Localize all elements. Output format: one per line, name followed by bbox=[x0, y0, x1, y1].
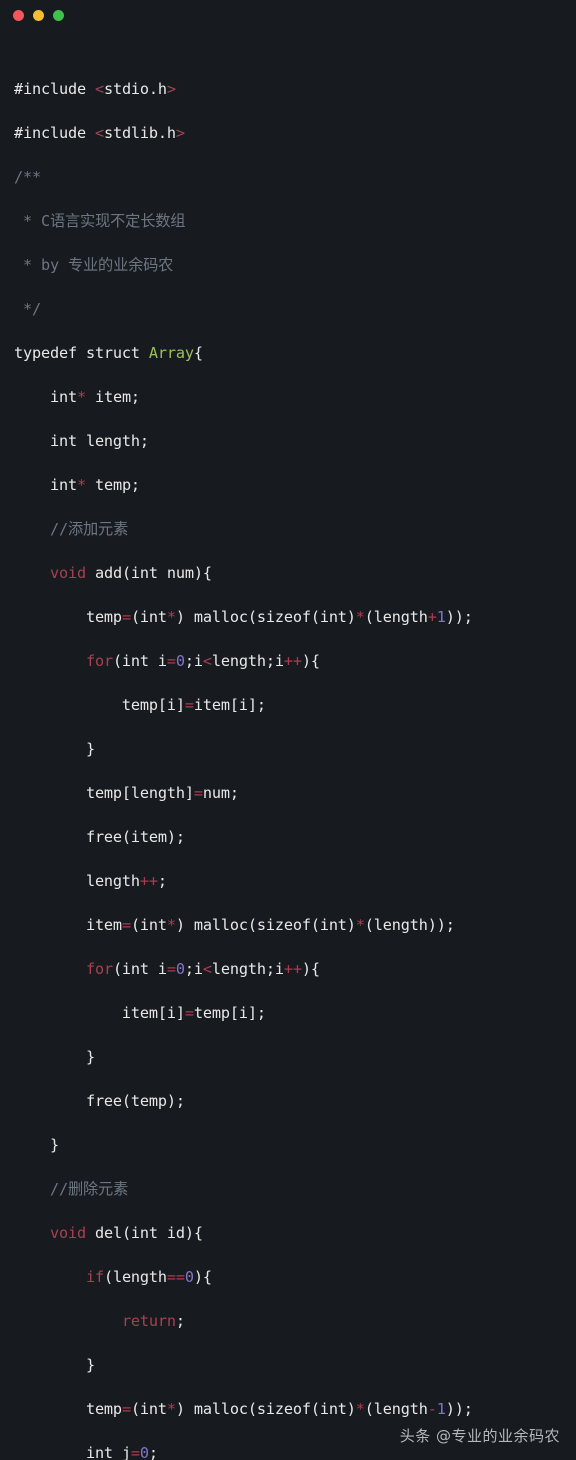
code-line: item[i]=temp[i]; bbox=[14, 1004, 266, 1022]
minimize-button[interactable] bbox=[33, 9, 44, 21]
code-line: //删除元素 bbox=[14, 1180, 129, 1198]
code-line: */ bbox=[14, 300, 41, 318]
code-line: temp[length]=num; bbox=[14, 784, 239, 802]
code-line: int length; bbox=[14, 432, 149, 450]
watermark: 头条 @专业的业余码农 bbox=[399, 1427, 560, 1445]
code-line: temp=(int*) malloc(sizeof(int)*(length+1… bbox=[14, 608, 473, 626]
maximize-button[interactable] bbox=[53, 9, 64, 21]
code-line: } bbox=[14, 1136, 59, 1154]
code-line: temp=(int*) malloc(sizeof(int)*(length-1… bbox=[14, 1400, 473, 1418]
code-line: } bbox=[14, 1356, 95, 1374]
code-line: void add(int num){ bbox=[49, 564, 212, 582]
window-titlebar bbox=[0, 0, 576, 30]
code-line: #include <stdlib.h> bbox=[14, 124, 185, 142]
code-line: int* temp; bbox=[14, 476, 140, 494]
code-line: #include <stdio.h> bbox=[14, 80, 176, 98]
code-line: //添加元素 bbox=[14, 520, 129, 538]
code-line: return; bbox=[121, 1312, 185, 1330]
code-screenshot-window: #include <stdio.h> #include <stdlib.h> /… bbox=[0, 0, 576, 1460]
code-line: void del(int id){ bbox=[49, 1224, 203, 1242]
code-line: free(item); bbox=[14, 828, 185, 846]
code-line: free(temp); bbox=[14, 1092, 185, 1110]
code-line: * by 专业的业余码农 bbox=[14, 256, 174, 274]
code-editor[interactable]: #include <stdio.h> #include <stdlib.h> /… bbox=[0, 30, 576, 1460]
close-button[interactable] bbox=[13, 9, 24, 21]
code-line: } bbox=[14, 740, 95, 758]
code-line: typedef struct Array{ bbox=[14, 344, 203, 362]
code-line: length++; bbox=[14, 872, 167, 890]
code-line: /** bbox=[14, 168, 41, 186]
code-line: * C语言实现不定长数组 bbox=[14, 212, 186, 230]
code-line: int* item; bbox=[14, 388, 140, 406]
code-line: } bbox=[14, 1048, 95, 1066]
code-line: item=(int*) malloc(sizeof(int)*(length))… bbox=[14, 916, 455, 934]
code-line: temp[i]=item[i]; bbox=[14, 696, 266, 714]
code-line: for(int i=0;i<length;i++){ bbox=[85, 960, 320, 978]
code-line: if(length==0){ bbox=[85, 1268, 212, 1286]
code-line: for(int i=0;i<length;i++){ bbox=[85, 652, 320, 670]
